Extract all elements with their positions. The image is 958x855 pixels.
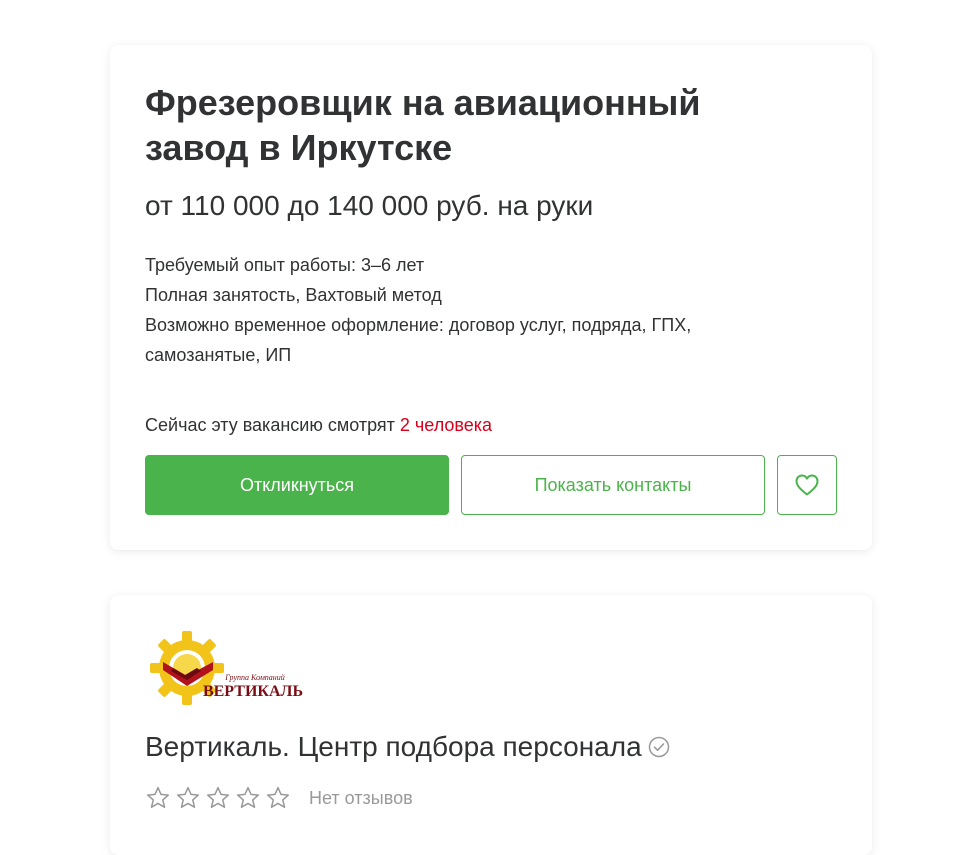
experience-text: Требуемый опыт работы: 3–6 лет xyxy=(145,255,425,275)
company-card: Группа Компаний ВЕРТИКАЛЬ Вертикаль. Цен… xyxy=(110,595,872,855)
star-icon xyxy=(206,786,230,808)
rating-stars xyxy=(145,785,291,811)
vacancy-details: Требуемый опыт работы: 3–6 лет Полная за… xyxy=(145,250,785,370)
vacancy-title: Фрезеровщик на авиационный завод в Иркут… xyxy=(145,82,701,168)
heart-icon xyxy=(795,474,819,496)
reviews-link[interactable]: Нет отзывов xyxy=(309,783,413,813)
favorite-button[interactable] xyxy=(777,455,837,515)
check-circle-icon xyxy=(648,736,669,758)
svg-text:ВЕРТИКАЛЬ: ВЕРТИКАЛЬ xyxy=(203,683,303,700)
employment-text: Полная занятость, Вахтовый метод xyxy=(145,285,442,305)
contract-text: Возможно временное оформление: договор у… xyxy=(145,315,692,365)
viewers-prefix: Сейчас эту вакансию смотрят xyxy=(145,415,395,435)
vacancy-card: Фрезеровщик на авиационный завод в Иркут… xyxy=(110,45,872,550)
show-contacts-button[interactable]: Показать контакты xyxy=(461,455,765,515)
star-icon xyxy=(146,786,170,808)
company-name-row: Вертикаль. Центр подбора персонала xyxy=(145,728,670,766)
star-icon xyxy=(236,786,260,808)
company-name[interactable]: Вертикаль. Центр подбора персонала xyxy=(145,728,642,766)
star-icon xyxy=(176,786,200,808)
vacancy-salary: от 110 000 до 140 000 руб. на руки xyxy=(145,190,594,221)
star-icon xyxy=(266,786,290,808)
company-logo[interactable]: Группа Компаний ВЕРТИКАЛЬ xyxy=(145,628,310,713)
viewers-note: Сейчас эту вакансию смотрят 2 человека xyxy=(145,410,492,440)
company-rating: Нет отзывов xyxy=(145,783,413,813)
svg-text:Группа Компаний: Группа Компаний xyxy=(224,673,285,682)
viewers-count: 2 человека xyxy=(399,415,493,435)
respond-button[interactable]: Откликнуться xyxy=(145,455,449,515)
